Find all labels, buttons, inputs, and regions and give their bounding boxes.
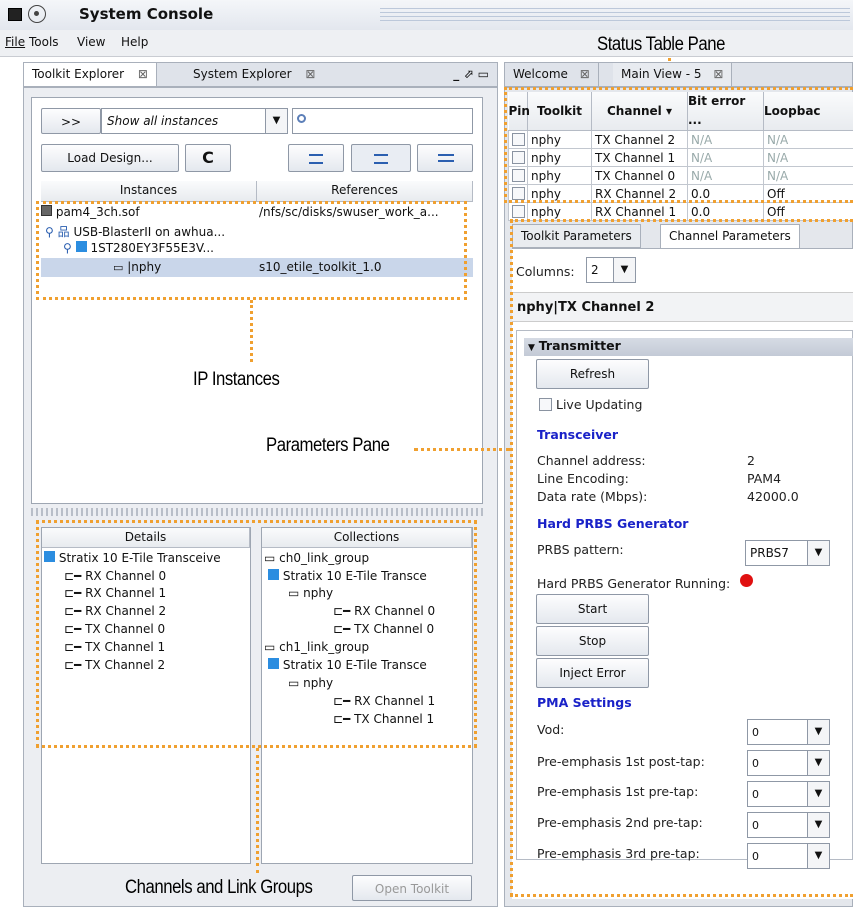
refresh-button[interactable]: C (185, 144, 231, 172)
window-title: System Console (79, 5, 214, 23)
callout-ip-connector (250, 300, 253, 362)
callout-parameters-box (510, 219, 853, 897)
filter-value: Show all instances (107, 114, 219, 128)
close-icon[interactable]: ⊠ (138, 67, 148, 81)
references-header[interactable]: References (257, 181, 473, 202)
table-row[interactable]: nphy RX Channel 1 0.0 Off (508, 202, 853, 221)
cell: nphy (527, 202, 592, 221)
window-controls[interactable]: _ ⬀ ▭ (453, 67, 489, 81)
close-icon[interactable]: ⊠ (580, 67, 590, 81)
expand-button[interactable]: >> (41, 108, 101, 134)
view-tree-button[interactable] (288, 144, 344, 172)
cell: RX Channel 1 (591, 202, 688, 221)
panel-splitter[interactable] (31, 508, 483, 516)
close-icon[interactable]: ⊠ (305, 67, 315, 81)
instances-header[interactable]: Instances (41, 181, 257, 202)
flat-view-icon (438, 154, 454, 162)
list-view-icon (374, 154, 388, 164)
title-bar: System Console (0, 0, 853, 30)
view-list-button[interactable] (351, 144, 411, 172)
left-tab-strip: Toolkit Explorer ⊠ System Explorer ⊠ _ ⬀… (23, 62, 498, 87)
view-flat-button[interactable] (417, 144, 473, 172)
cell: 0.0 (687, 202, 764, 221)
menu-view[interactable]: View (77, 35, 105, 49)
pin-checkbox[interactable] (508, 202, 528, 221)
load-design-button[interactable]: Load Design... (41, 144, 179, 172)
tab-main-view[interactable]: Main View - 5 ⊠ (613, 63, 733, 86)
title-grip (380, 8, 850, 22)
tree-view-icon (309, 154, 323, 164)
menu-bar: File Tools View Help (0, 30, 853, 57)
callout-parameters: Parameters Pane (266, 435, 390, 456)
chevron-down-icon: ▼ (265, 109, 287, 133)
app-icon (8, 8, 22, 21)
tab-toolkit-explorer-label: Toolkit Explorer (32, 67, 125, 81)
menu-tools[interactable]: Tools (29, 35, 59, 49)
callout-ip-instances-box (36, 201, 467, 300)
cell: Off (763, 202, 853, 221)
tab-welcome[interactable]: Welcome ⊠ (505, 63, 599, 86)
tab-welcome-label: Welcome (513, 67, 568, 81)
tab-toolkit-explorer[interactable]: Toolkit Explorer ⊠ (24, 63, 157, 86)
callout-channels: Channels and Link Groups (125, 877, 313, 898)
search-input[interactable] (292, 108, 473, 134)
callout-parameters-connector (414, 448, 510, 451)
tab-system-explorer-label: System Explorer (193, 67, 292, 81)
callout-ip-instances: IP Instances (193, 369, 280, 390)
close-icon[interactable]: ⊠ (713, 67, 723, 81)
menu-help[interactable]: Help (121, 35, 148, 49)
window-menu-icon[interactable] (28, 5, 46, 23)
menu-file[interactable]: File (5, 35, 25, 49)
filter-dropdown[interactable]: Show all instances ▼ (101, 108, 288, 134)
callout-status-table-box (504, 87, 853, 203)
tab-main-view-label: Main View - 5 (621, 67, 702, 81)
open-toolkit-button[interactable]: Open Toolkit (352, 875, 472, 901)
search-icon (297, 114, 306, 123)
callout-status-table: Status Table Pane (597, 34, 725, 55)
right-tab-strip: Welcome ⊠ Main View - 5 ⊠ (504, 62, 853, 87)
tab-system-explorer[interactable]: System Explorer ⊠ (185, 63, 323, 86)
callout-channels-connector (256, 748, 259, 873)
callout-channels-box (36, 520, 477, 748)
